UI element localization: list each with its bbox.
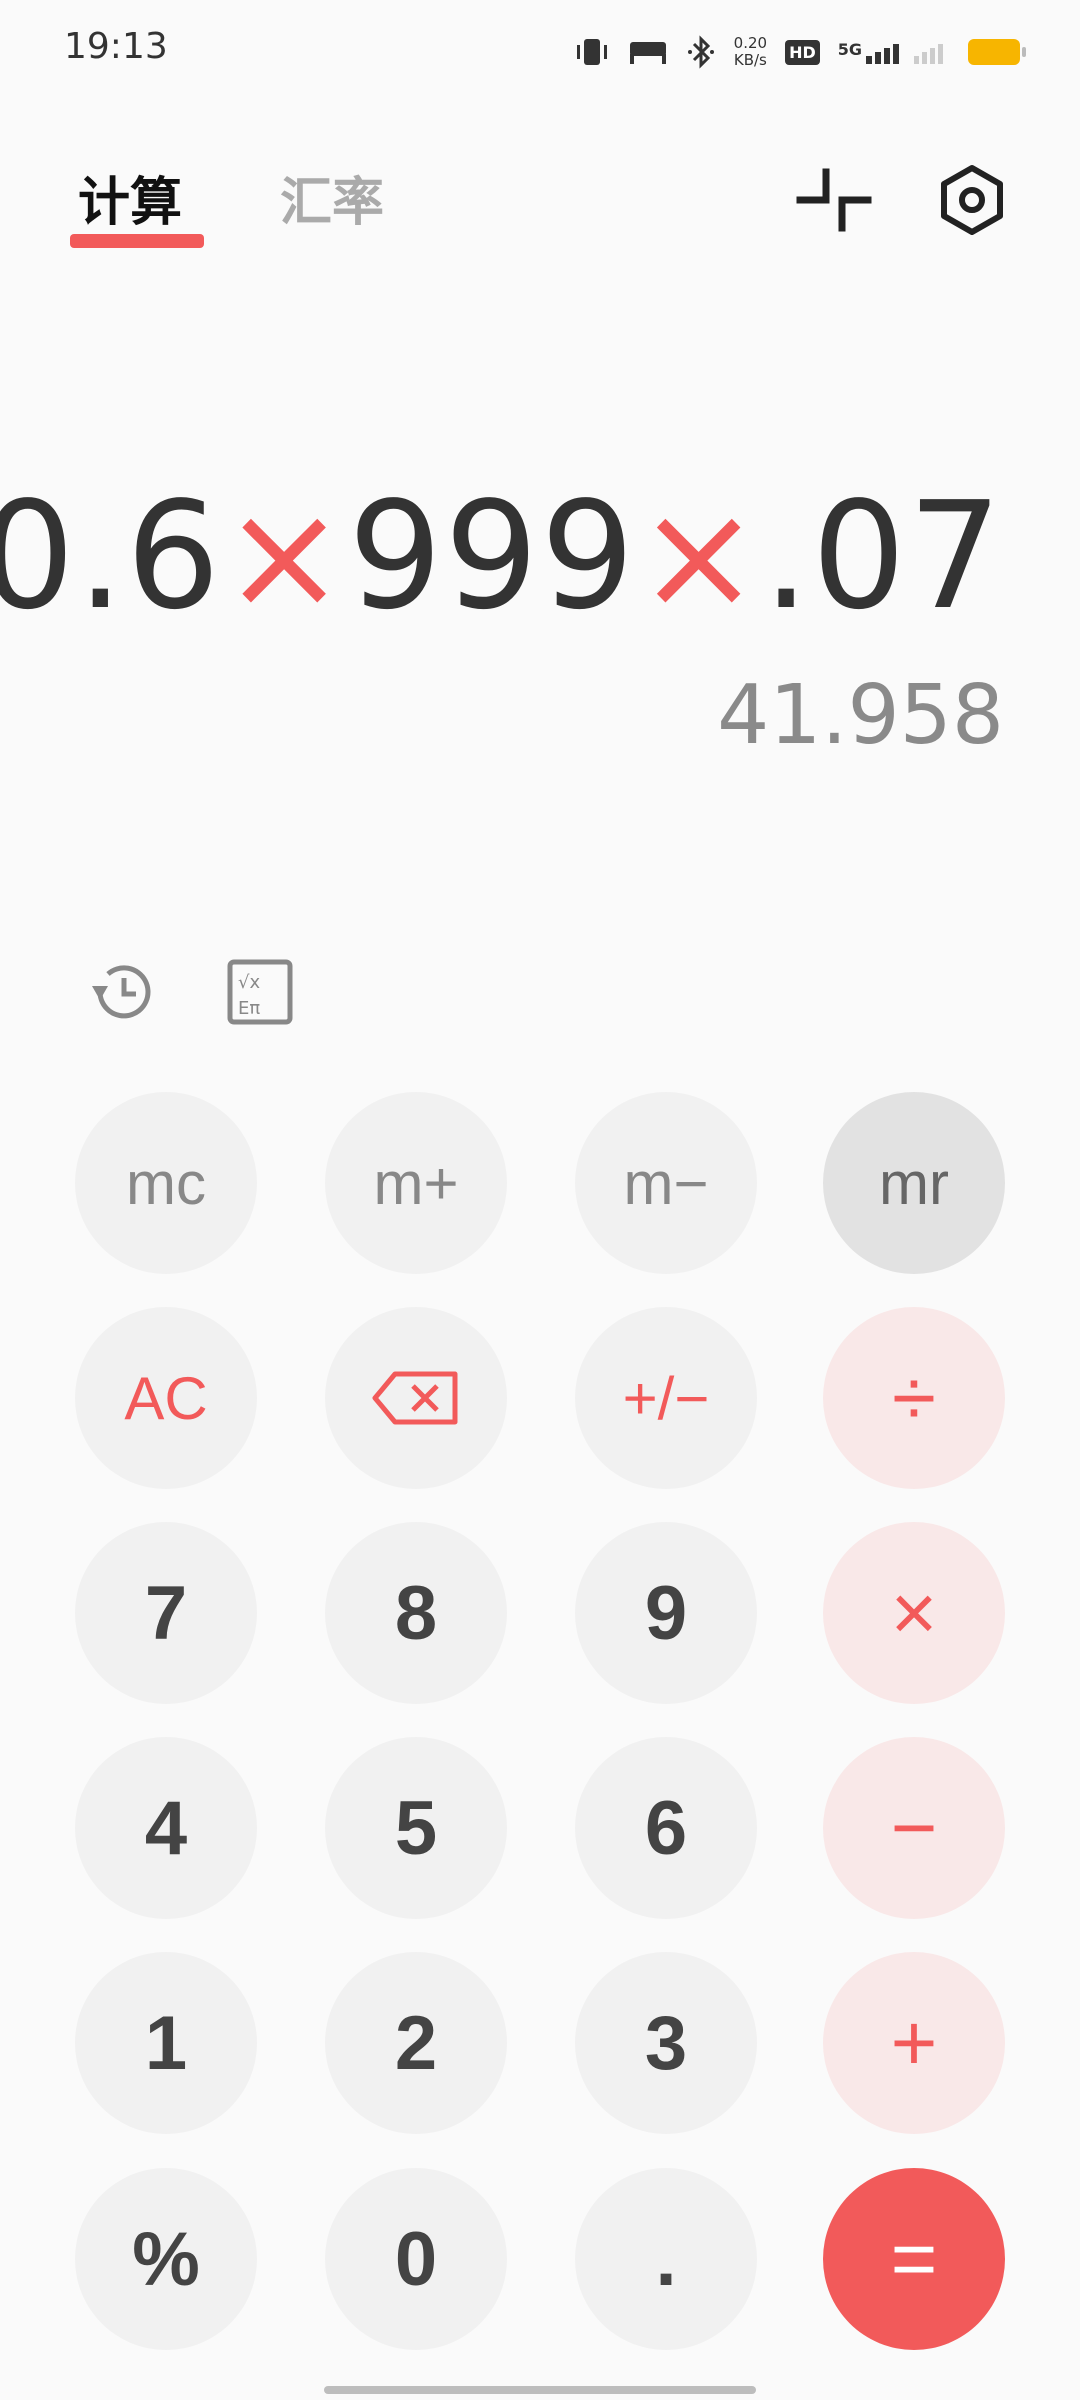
settings-icon[interactable] bbox=[934, 162, 1010, 238]
backspace-icon bbox=[372, 1371, 458, 1425]
active-tab-indicator bbox=[70, 234, 204, 248]
battery-icon bbox=[968, 39, 1026, 65]
history-icon[interactable] bbox=[86, 956, 158, 1028]
digit-9-button[interactable]: 9 bbox=[575, 1522, 757, 1704]
signal-indicator: 5G bbox=[838, 40, 950, 64]
expression-display: 0.6×999×.07 bbox=[0, 470, 1004, 642]
digit-2-button[interactable]: 2 bbox=[325, 1952, 507, 2134]
net-speed-unit: KB/s bbox=[733, 51, 767, 69]
vibrate-icon bbox=[576, 39, 607, 65]
bluetooth-icon bbox=[687, 35, 714, 69]
expression-operand: 999 bbox=[348, 470, 637, 642]
net-speed-value: 0.20 bbox=[733, 34, 768, 52]
keypad: mc m+ m− mr AC +/− ÷ 7 8 9 × 4 5 6 − 1 2… bbox=[0, 0, 1080, 2400]
digit-8-button[interactable]: 8 bbox=[325, 1522, 507, 1704]
result-display: 41.958 bbox=[717, 668, 1004, 763]
collapse-icon[interactable] bbox=[796, 162, 872, 238]
scientific-icon[interactable]: √x Eπ bbox=[224, 956, 296, 1028]
tab-exchange-rate[interactable]: 汇率 bbox=[280, 160, 384, 235]
m-plus-button[interactable]: m+ bbox=[325, 1092, 507, 1274]
net-speed: 0.20 KB/s bbox=[734, 35, 767, 69]
digit-5-button[interactable]: 5 bbox=[325, 1737, 507, 1919]
status-icons: 0.20 KB/s HD 5G bbox=[574, 30, 1026, 74]
digit-3-button[interactable]: 3 bbox=[575, 1952, 757, 2134]
sleep-icon bbox=[629, 42, 666, 64]
equals-button[interactable]: = bbox=[823, 2168, 1005, 2350]
ac-button[interactable]: AC bbox=[75, 1307, 257, 1489]
mc-button[interactable]: mc bbox=[75, 1092, 257, 1274]
expression-operand: .07 bbox=[762, 470, 1004, 642]
status-bar: 19:13 0.20 KB/s HD 5G bbox=[0, 0, 1080, 100]
signal-label: 5G bbox=[837, 40, 862, 59]
signal-bars-secondary-icon bbox=[914, 44, 943, 64]
m-minus-button[interactable]: m− bbox=[575, 1092, 757, 1274]
svg-text:Eπ: Eπ bbox=[238, 998, 260, 1019]
digit-0-button[interactable]: 0 bbox=[325, 2168, 507, 2350]
expression-operator: × bbox=[636, 470, 763, 642]
svg-text:√x: √x bbox=[238, 972, 260, 993]
hd-badge: HD bbox=[785, 39, 820, 65]
expression-operand: 0.6 bbox=[0, 470, 223, 642]
minus-button[interactable]: − bbox=[823, 1737, 1005, 1919]
divide-button[interactable]: ÷ bbox=[823, 1307, 1005, 1489]
expression-operator: × bbox=[222, 470, 349, 642]
decimal-point-button[interactable]: . bbox=[575, 2168, 757, 2350]
mr-button[interactable]: mr bbox=[823, 1092, 1005, 1274]
status-time: 19:13 bbox=[64, 26, 168, 67]
digit-1-button[interactable]: 1 bbox=[75, 1952, 257, 2134]
signal-bars-icon bbox=[866, 44, 899, 64]
digit-6-button[interactable]: 6 bbox=[575, 1737, 757, 1919]
tab-calculate[interactable]: 计算 bbox=[78, 160, 182, 235]
digit-4-button[interactable]: 4 bbox=[75, 1737, 257, 1919]
multiply-button[interactable]: × bbox=[823, 1522, 1005, 1704]
backspace-button[interactable] bbox=[325, 1307, 507, 1489]
percent-button[interactable]: % bbox=[75, 2168, 257, 2350]
digit-7-button[interactable]: 7 bbox=[75, 1522, 257, 1704]
plus-button[interactable]: + bbox=[823, 1952, 1005, 2134]
home-indicator[interactable] bbox=[324, 2386, 756, 2394]
plus-minus-button[interactable]: +/− bbox=[575, 1307, 757, 1489]
